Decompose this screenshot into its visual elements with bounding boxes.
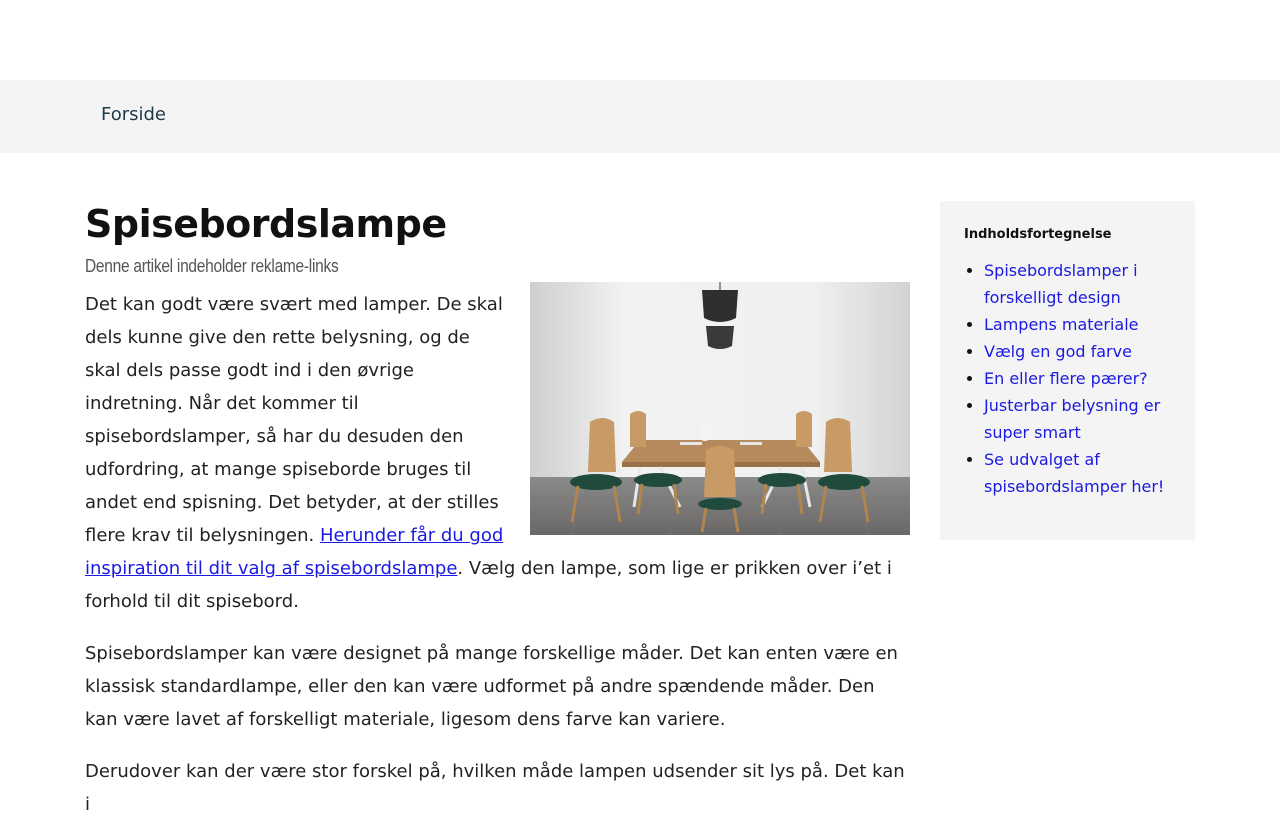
toc-link-material[interactable]: Lampens materiale <box>984 315 1139 334</box>
toc-link-bulbs[interactable]: En eller flere pærer? <box>984 369 1148 388</box>
toc-link-adjustable[interactable]: Justerbar belysning er super smart <box>984 396 1160 442</box>
toc-item: Lampens materiale <box>984 311 1175 338</box>
toc-item: Spisebordslamper i forskelligt design <box>984 257 1175 311</box>
table-of-contents: Indholdsfortegnelse Spisebordslamper i f… <box>940 201 1195 540</box>
article-content: Spisebordslampe Denne artikel indeholder… <box>85 196 910 840</box>
design-paragraph: Spisebordslamper kan være designet på ma… <box>85 643 898 730</box>
toc-link-color[interactable]: Vælg en god farve <box>984 342 1132 361</box>
main-navigation <box>0 80 1280 153</box>
toc-item: Se udvalget af spisebordslamper her! <box>984 446 1175 500</box>
nav-link-home[interactable]: Forside <box>101 104 166 126</box>
toc-item: Vælg en god farve <box>984 338 1175 365</box>
ad-disclosure: Denne artikel indeholder reklame-links <box>85 256 339 276</box>
toc-item: Justerbar belysning er super smart <box>984 392 1175 446</box>
light-paragraph: Derudover kan der være stor forskel på, … <box>85 761 905 815</box>
toc-list: Spisebordslamper i forskelligt design La… <box>964 257 1175 500</box>
toc-title: Indholdsfortegnelse <box>964 227 1112 242</box>
page-title: Spisebordslampe <box>85 202 447 246</box>
intro-text: Det kan godt være svært med lamper. De s… <box>85 294 503 546</box>
toc-link-selection[interactable]: Se udvalget af spisebordslamper her! <box>984 450 1164 496</box>
toc-link-design[interactable]: Spisebordslamper i forskelligt design <box>984 261 1138 307</box>
toc-item: En eller flere pærer? <box>984 365 1175 392</box>
dining-table-image <box>530 282 910 535</box>
site-header <box>0 0 1280 80</box>
